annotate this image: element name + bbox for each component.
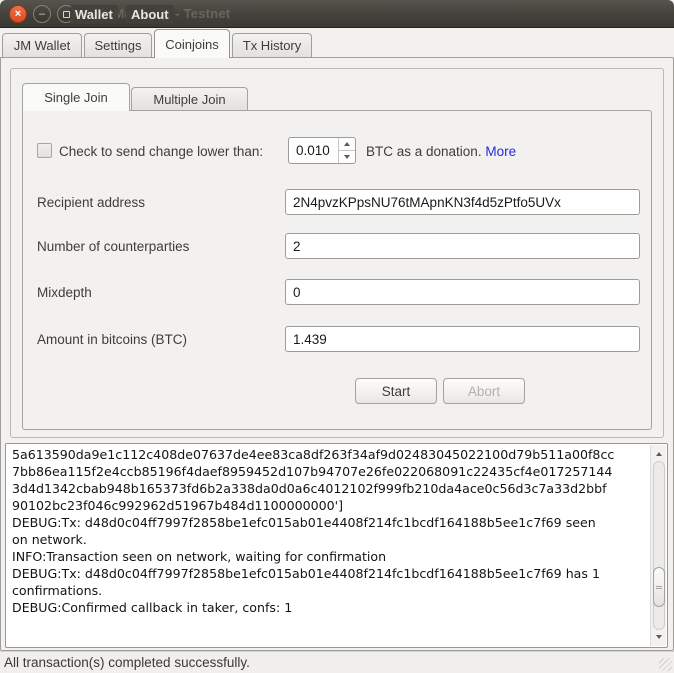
debug-log[interactable]: 5a613590da9e1c112c408de07637de4ee83ca8df… — [5, 443, 668, 648]
debug-log-text: 5a613590da9e1c112c408de07637de4ee83ca8df… — [12, 446, 645, 645]
donation-label: Check to send change lower than: — [59, 144, 263, 159]
tab-coinjoins[interactable]: Coinjoins — [154, 29, 230, 58]
donation-amount-input[interactable] — [289, 138, 338, 163]
tab-jm-wallet[interactable]: JM Wallet — [2, 33, 82, 57]
abort-button[interactable]: Abort — [443, 378, 525, 404]
mixdepth-label: Mixdepth — [37, 285, 92, 300]
menu-wallet[interactable]: Wallet — [70, 5, 118, 24]
amount-btc-label: Amount in bitcoins (BTC) — [37, 332, 187, 347]
donation-suffix: BTC as a donation. More — [366, 144, 516, 159]
spinner-down-button[interactable] — [339, 151, 355, 163]
status-message: All transaction(s) completed successfull… — [4, 655, 250, 670]
more-link[interactable]: More — [485, 144, 516, 159]
amount-btc-input[interactable] — [285, 326, 640, 352]
grip-icon — [656, 586, 662, 589]
log-scrollbar[interactable] — [650, 445, 666, 646]
donation-amount-stepper — [288, 137, 356, 164]
tab-multiple-join[interactable]: Multiple Join — [131, 87, 248, 111]
minimize-icon[interactable]: – — [33, 5, 51, 23]
counterparties-input[interactable] — [285, 233, 640, 259]
menu-about[interactable]: About — [126, 5, 174, 24]
start-button[interactable]: Start — [355, 378, 437, 404]
scroll-down-icon[interactable] — [652, 630, 666, 644]
chevron-up-icon — [344, 142, 350, 146]
spinner-up-button[interactable] — [339, 138, 355, 151]
recipient-address-input[interactable] — [285, 189, 640, 215]
scrollbar-thumb[interactable] — [653, 567, 665, 607]
tab-tx-history[interactable]: Tx History — [232, 33, 312, 57]
counterparties-label: Number of counterparties — [37, 239, 189, 254]
statusbar: All transaction(s) completed successfull… — [0, 651, 674, 673]
tab-single-join[interactable]: Single Join — [22, 83, 130, 111]
chevron-down-icon — [344, 155, 350, 159]
close-icon[interactable]: × — [9, 5, 27, 23]
donation-checkbox[interactable] — [37, 143, 52, 158]
titlebar: × – JoinMarketQt - Testnet Wallet About — [0, 0, 674, 28]
scroll-up-icon[interactable] — [652, 447, 666, 461]
recipient-address-label: Recipient address — [37, 195, 145, 210]
tab-settings[interactable]: Settings — [84, 33, 152, 57]
resize-grip-icon[interactable] — [659, 658, 672, 671]
mixdepth-input[interactable] — [285, 279, 640, 305]
